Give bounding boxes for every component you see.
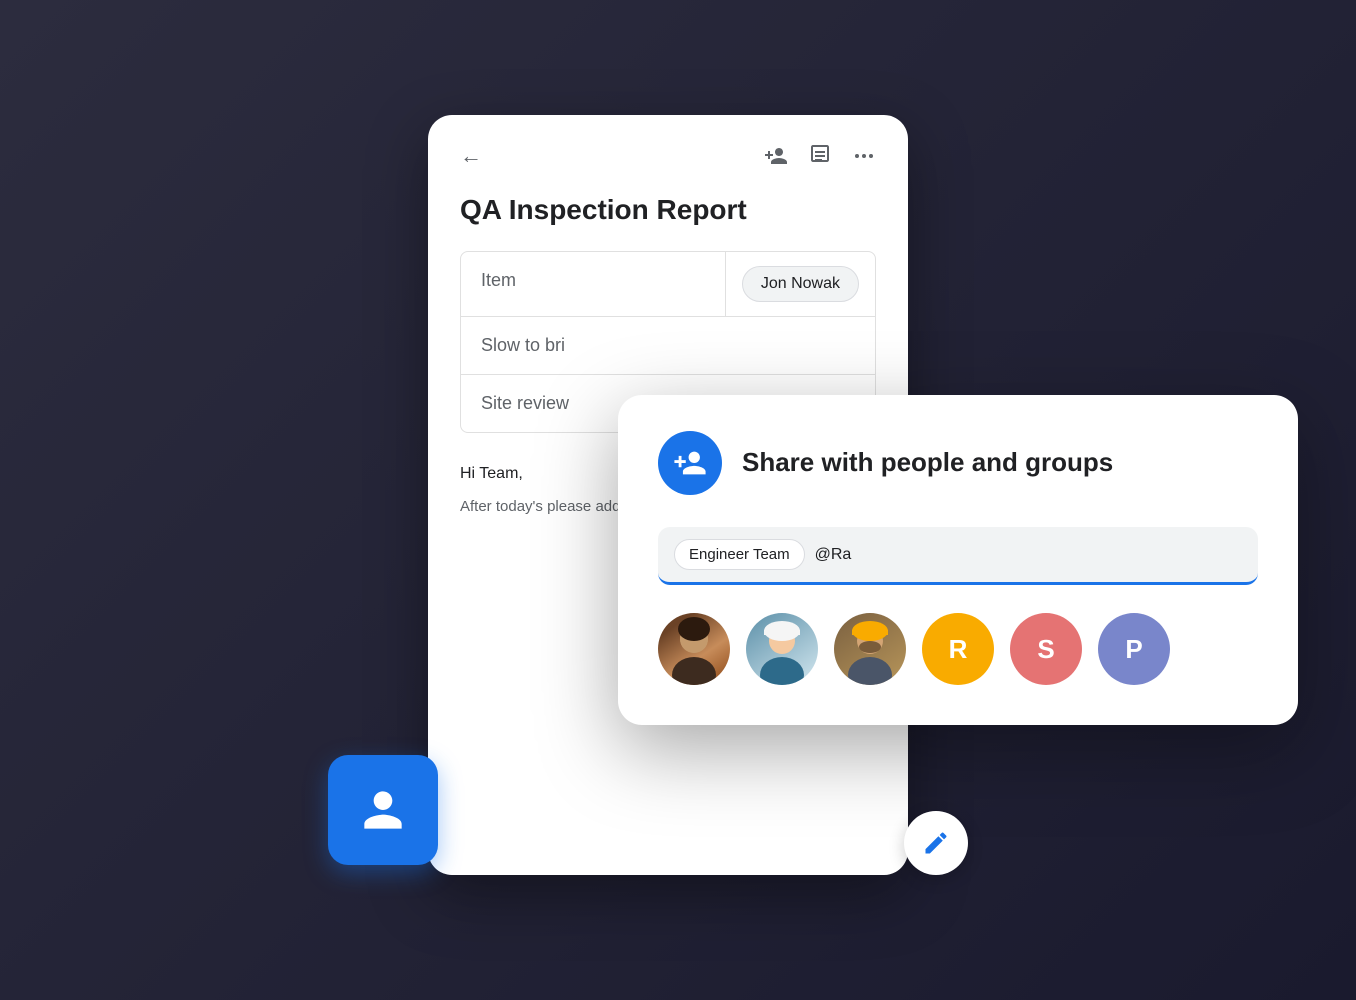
share-dialog-title: Share with people and groups	[742, 447, 1113, 478]
jon-nowak-badge[interactable]: Jon Nowak	[742, 266, 859, 302]
table-cell-slow: Slow to bri	[461, 317, 875, 374]
avatar-p-letter: P	[1125, 634, 1142, 665]
avatar-person-3[interactable]	[834, 613, 906, 685]
table-cell-item: Item	[461, 252, 725, 316]
avatar-person-1[interactable]	[658, 613, 730, 685]
add-person-icon[interactable]	[764, 144, 788, 168]
doc-title: QA Inspection Report	[428, 185, 908, 251]
table-row: Item Jon Nowak	[461, 252, 875, 317]
table-row: Slow to bri	[461, 317, 875, 375]
avatar-s-letter: S	[1037, 634, 1054, 665]
edit-icon	[922, 829, 950, 857]
blue-folder-icon[interactable]	[328, 755, 438, 865]
edit-button[interactable]	[904, 811, 968, 875]
avatar-p[interactable]: P	[1098, 613, 1170, 685]
more-icon[interactable]	[852, 144, 876, 168]
share-input-area[interactable]: Engineer Team	[658, 527, 1258, 585]
avatar-person-2[interactable]	[746, 613, 818, 685]
share-icon-circle	[658, 431, 722, 495]
avatars-row: R S P	[658, 613, 1258, 685]
share-dialog-header: Share with people and groups	[658, 431, 1258, 495]
notes-icon[interactable]	[808, 144, 832, 168]
back-icon[interactable]: ←	[460, 143, 482, 169]
table-cell-jon: Jon Nowak	[725, 252, 875, 316]
share-dialog: Share with people and groups Engineer Te…	[618, 395, 1298, 725]
doc-header: ←	[428, 115, 908, 185]
share-search-input[interactable]	[815, 546, 1242, 564]
person-folder-icon	[355, 782, 411, 838]
avatar-s[interactable]: S	[1010, 613, 1082, 685]
person-add-share-icon	[673, 446, 707, 480]
engineer-team-chip[interactable]: Engineer Team	[674, 539, 805, 570]
avatar-r[interactable]: R	[922, 613, 994, 685]
avatar-r-letter: R	[949, 634, 968, 665]
